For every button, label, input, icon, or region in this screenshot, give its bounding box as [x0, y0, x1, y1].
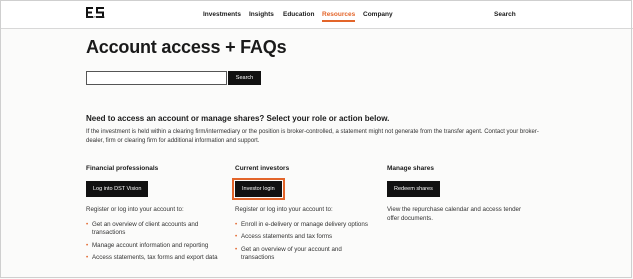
current-investors-column: Current investors Investor login Registe…: [232, 165, 375, 267]
investor-login-button[interactable]: Investor login: [232, 178, 285, 200]
intro-paragraph: If the investment is held within a clear…: [86, 129, 539, 144]
nav-insights[interactable]: Insights: [249, 11, 274, 18]
nav-investments[interactable]: Investments: [203, 11, 241, 18]
top-navigation-bar: INVESTMENTS Investments Insights Educati…: [0, 0, 633, 29]
column-title: Manage shares: [387, 165, 434, 172]
financial-professionals-column: Financial professionals Log into DST Vis…: [86, 165, 226, 267]
list-item: Manage account information and reporting: [86, 242, 226, 251]
log-into-dst-vision-button[interactable]: Log into DST Vision: [86, 181, 149, 197]
nav-company[interactable]: Company: [363, 11, 393, 18]
nav-education[interactable]: Education: [283, 11, 314, 18]
section-subtitle: Need to access an account or manage shar…: [86, 114, 390, 123]
nav-search-link[interactable]: Search: [494, 11, 516, 18]
feature-list: Enroll in e-delivery or manage delivery …: [235, 221, 375, 263]
logo-tagline: INVESTMENTS: [86, 16, 105, 19]
redeem-shares-button[interactable]: Redeem shares: [387, 181, 440, 197]
nav-resources[interactable]: Resources: [322, 11, 356, 22]
column-description: Register or log into your account to:: [235, 206, 333, 213]
list-item: Access statements, tax forms and export …: [86, 254, 226, 263]
brand-logo[interactable]: INVESTMENTS: [86, 5, 105, 21]
manage-shares-column: Manage shares Redeem shares View the rep…: [387, 165, 527, 223]
list-item: Enroll in e-delivery or manage delivery …: [235, 221, 375, 230]
column-title: Financial professionals: [86, 165, 159, 172]
list-item: Get an overview of your account and tran…: [235, 246, 375, 263]
column-description: View the repurchase calendar and access …: [387, 206, 522, 222]
page-title: Account access + FAQs: [86, 37, 287, 57]
search-button[interactable]: Search: [228, 71, 261, 85]
list-item: Access statements and tax forms: [235, 233, 375, 242]
list-item: Get an overview of client accounts and t…: [86, 221, 226, 238]
column-title: Current investors: [235, 165, 290, 172]
feature-list: Get an overview of client accounts and t…: [86, 221, 226, 263]
search-input[interactable]: [86, 71, 227, 85]
column-description: Register or log into your account to:: [86, 206, 184, 213]
